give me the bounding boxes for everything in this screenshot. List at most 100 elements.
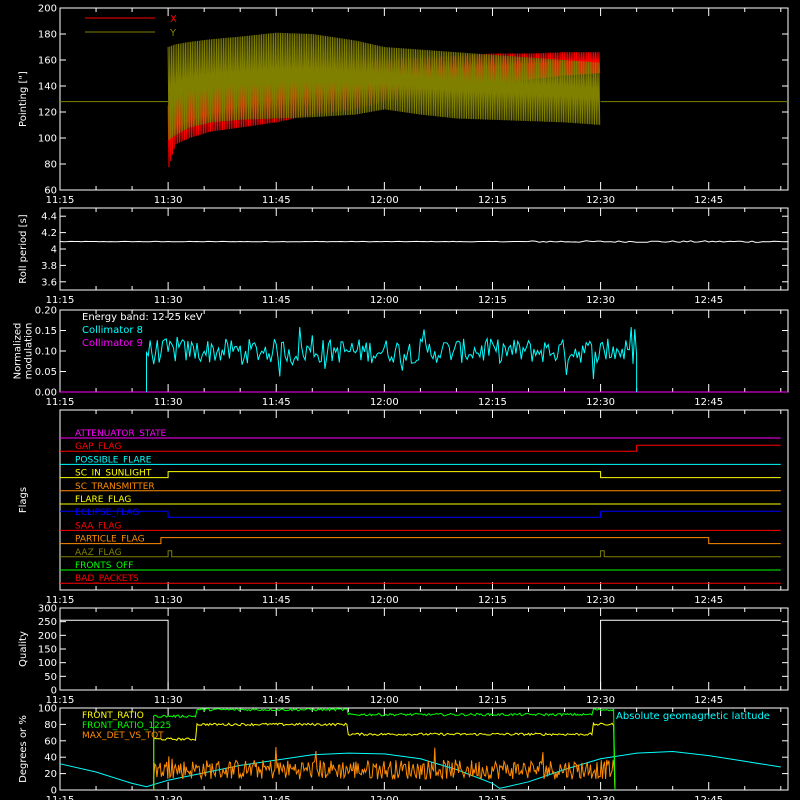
x-tick-label: 11:30 [154,195,183,206]
x-tick-label: 12:15 [478,695,507,706]
x-tick-label: 12:30 [586,195,615,206]
x-tick-label: 11:30 [154,695,183,706]
x-tick-label: 11:30 [154,595,183,606]
x-tick-label: 11:15 [46,195,75,206]
legend-label-front-ratio-1225: FRONT_RATIO_1225 [82,721,171,731]
y-tick-label: 0.15 [35,326,57,337]
y-axis-label: Flags [18,487,29,513]
flag-line [60,471,781,479]
flag-row-eclipse-flag: ECLIPSE_FLAG [60,508,781,518]
flag-line [60,537,781,545]
y-tick-label: 20 [44,769,57,780]
y-axis-label: Roll period [s] [18,214,29,283]
x-tick-label: 11:45 [262,195,291,206]
flag-label: SC_TRANSMITTER [75,482,155,492]
x-tick-label: 11:45 [262,295,291,306]
y-tick-label: 160 [38,56,57,67]
x-tick-label: 12:00 [370,397,399,408]
x-tick-label: 12:15 [478,795,507,800]
x-tick-label: 11:30 [154,795,183,800]
x-tick-label: 11:45 [262,397,291,408]
flag-row-fronts-off: FRONTS_OFF [60,561,781,571]
y-tick-label: 140 [38,82,57,93]
legend-label-collimator-8: Collimator 8 [82,325,143,336]
y-tick-label: 100 [38,704,57,715]
x-tick-label: 12:15 [478,295,507,306]
x-tick-label: 12:00 [370,795,399,800]
x-tick-label: 12:30 [586,695,615,706]
flag-row-saa-flag: SAA_FLAG [60,521,781,531]
flag-label: POSSIBLE_FLARE [75,455,152,465]
y-tick-label: 100 [38,658,57,669]
y-tick-label: 250 [38,617,57,628]
y-tick-label: 180 [38,30,57,41]
y-tick-label: 120 [38,108,57,119]
x-tick-label: 12:00 [370,695,399,706]
y-tick-label: 3.8 [41,261,57,272]
y-tick-label: 4.4 [41,212,57,223]
y-tick-label: 0.00 [35,388,57,399]
x-tick-label: 12:00 [370,195,399,206]
y-tick-label: 150 [38,645,57,656]
legend-label-max-det-vs-tot: MAX_DET_VS_TOT [82,731,164,741]
legend-label-x: X [170,14,177,25]
x-tick-label: 12:00 [370,295,399,306]
flag-row-bad-packets: BAD_PACKETS [60,574,781,584]
y-tick-label: 60 [44,736,57,747]
x-tick-label: 12:45 [694,195,723,206]
y-tick-label: 40 [44,753,57,764]
series-front-ratio-1225-line [153,707,616,791]
x-tick-label: 11:45 [262,595,291,606]
pointing-plot [60,32,788,168]
flag-label: SAA_FLAG [75,521,121,531]
flag-label: ECLIPSE_FLAG [75,508,139,518]
quality-line [60,619,781,691]
flag-label: PARTICLE_FLAG [75,535,145,545]
y-axis-label: Degrees or % [18,715,29,783]
flag-row-saa-flag-gap-flag: GAP_FLAG [60,442,781,452]
flag-line [60,510,781,518]
flag-row-particle-flag: PARTICLE_FLAG [60,535,781,545]
x-tick-label: 12:45 [694,695,723,706]
flag-row-aaz-flag: AAZ_FLAG [60,548,781,558]
x-tick-label: 12:00 [370,595,399,606]
flag-row-flare-flag: FLARE_FLAG [60,495,781,505]
x-tick-label: 12:30 [586,595,615,606]
legend-label-geomagnetic-latitude: Absolute geomagnetic latitude [616,711,770,722]
x-tick-label: 12:30 [586,397,615,408]
y-axis-label: Pointing ["] [18,71,29,127]
series-front-ratio-line [153,721,616,791]
x-tick-label: 12:30 [586,795,615,800]
x-tick-label: 12:15 [478,195,507,206]
legend-label-front-ratio: FRONT_RATIO [82,711,144,721]
series-collimator-8-line [145,327,638,393]
energy-band-annotation: Energy band: 12-25 keV [82,312,203,323]
x-tick-label: 11:30 [154,295,183,306]
flag-row-sc-in-sunlight: SC_IN_SUNLIGHT [60,469,781,479]
y-tick-label: 200 [38,631,57,642]
x-tick-label: 11:30 [154,397,183,408]
y-tick-label: 60 [44,186,57,197]
y-tick-label: 200 [38,4,57,15]
x-tick-label: 11:15 [46,295,75,306]
y-tick-label: 100 [38,134,57,145]
y-tick-label: 0.10 [35,347,57,358]
legend-label-collimator-9: Collimator 9 [82,338,143,349]
x-tick-label: 12:15 [478,397,507,408]
flag-row-sc-transmitter: SC_TRANSMITTER [60,482,781,492]
flag-label: FLARE_FLAG [75,495,131,505]
x-tick-label: 11:45 [262,795,291,800]
flag-line [60,444,781,452]
flag-label: ATTENUATOR_STATE [75,429,167,439]
y-tick-label: 0 [51,686,57,697]
flag-line [60,550,781,558]
y-tick-label: 0 [51,786,57,797]
flag-label: FRONTS_OFF [75,561,133,571]
y-tick-label: 50 [44,672,57,683]
x-tick-label: 12:45 [694,595,723,606]
flag-label: GAP_FLAG [75,442,121,452]
flag-row-attenuator-state: ATTENUATOR_STATE [60,429,781,439]
y-tick-label: 4 [51,245,57,256]
x-tick-label: 12:30 [586,295,615,306]
x-tick-label: 12:45 [694,795,723,800]
